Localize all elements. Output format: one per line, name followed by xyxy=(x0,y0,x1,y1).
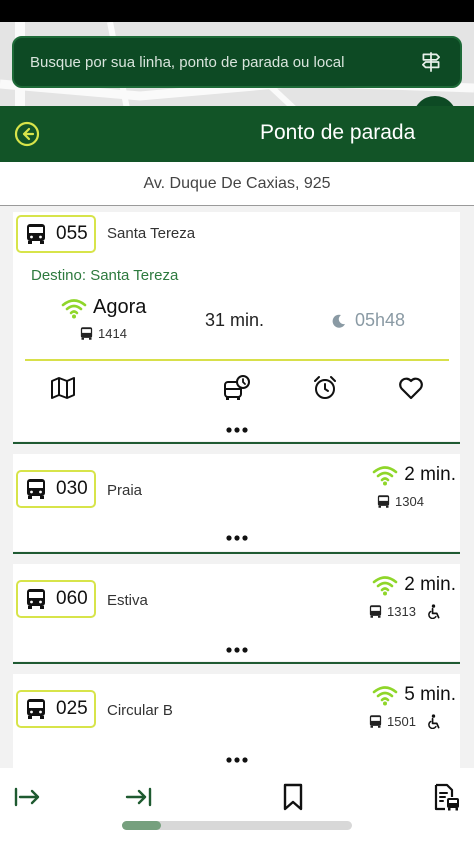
route-number: 025 xyxy=(56,698,88,719)
arrival-status: Agora xyxy=(61,296,146,319)
route-name: Circular B xyxy=(107,702,173,719)
heart-icon[interactable] xyxy=(397,374,425,402)
arrival-time: 5 min. xyxy=(372,684,456,706)
next-arrival-time: 31 min. xyxy=(205,310,265,330)
realtime-signal-icon xyxy=(61,298,87,318)
route-number: 060 xyxy=(56,588,88,609)
arrival-time-value: 5 min. xyxy=(404,684,456,705)
route-name: Praia xyxy=(107,482,143,499)
vehicle-number: 1501 xyxy=(387,714,416,729)
bus-icon xyxy=(27,589,45,609)
arrow-to-end-icon[interactable] xyxy=(124,782,154,812)
vehicle-number: 1304 xyxy=(395,494,424,509)
page-title: Ponto de parada xyxy=(260,121,416,144)
route-badge[interactable]: 055 xyxy=(16,215,96,253)
vehicle-id: 1304 xyxy=(376,494,424,509)
alarm-icon[interactable] xyxy=(311,374,339,402)
arrival-time: 2 min. xyxy=(372,574,456,596)
status-bar xyxy=(0,0,474,22)
destination-label: Destino: Santa Tereza xyxy=(31,267,179,284)
arrival-status-label: Agora xyxy=(93,296,147,318)
vehicle-id: 1501 xyxy=(368,714,441,729)
document-bus-icon[interactable] xyxy=(431,782,461,812)
bus-small-icon xyxy=(369,715,382,728)
scheduled-time-value: 05h48 xyxy=(355,310,406,330)
more-options-icon[interactable] xyxy=(225,426,249,434)
arrivals-list[interactable]: Av. Duque De Caxias, 925 055 Santa Terez… xyxy=(0,162,474,768)
arrival-time: 2 min. xyxy=(372,464,456,486)
map-icon[interactable] xyxy=(49,374,77,402)
arrival-time-value: 2 min. xyxy=(404,574,456,595)
signpost-icon[interactable] xyxy=(418,49,444,75)
arrival-card[interactable]: 060 Estiva 2 min. 1313 xyxy=(13,564,460,661)
card-divider xyxy=(13,552,460,554)
header: Ponto de parada xyxy=(0,106,474,162)
search-input[interactable] xyxy=(30,53,410,71)
bus-small-icon xyxy=(377,495,390,508)
more-options-icon[interactable] xyxy=(225,646,249,654)
realtime-signal-icon xyxy=(372,576,398,596)
route-badge[interactable]: 060 xyxy=(16,580,96,618)
search-bar[interactable] xyxy=(12,36,462,88)
realtime-signal-icon xyxy=(372,466,398,486)
back-arrow-icon[interactable] xyxy=(14,121,40,147)
bottom-navigation xyxy=(0,768,474,842)
scheduled-time: 05h48 xyxy=(331,310,405,331)
bus-icon xyxy=(27,699,45,719)
arrow-right-bar-icon[interactable] xyxy=(13,782,43,812)
realtime-signal-icon xyxy=(372,686,398,706)
bus-small-icon xyxy=(369,605,382,618)
scroll-indicator[interactable] xyxy=(122,821,352,830)
route-number: 030 xyxy=(56,478,88,499)
bus-icon xyxy=(27,224,45,244)
route-name: Estiva xyxy=(107,592,148,609)
vehicle-id: 1414 xyxy=(79,326,127,341)
arrival-card[interactable]: 025 Circular B 5 min. 1501 xyxy=(13,674,460,768)
more-options-icon[interactable] xyxy=(225,756,249,764)
stop-address: Av. Duque De Caxias, 925 xyxy=(0,162,474,206)
bus-schedule-icon[interactable] xyxy=(223,374,251,402)
more-options-icon[interactable] xyxy=(225,534,249,542)
route-name: Santa Tereza xyxy=(107,225,196,242)
route-number: 055 xyxy=(56,223,88,244)
arrival-time-value: 2 min. xyxy=(404,464,456,485)
scroll-indicator-thumb[interactable] xyxy=(122,821,162,830)
vehicle-number: 1414 xyxy=(98,326,127,341)
bus-icon xyxy=(27,479,45,499)
wheelchair-icon xyxy=(428,604,440,619)
card-divider xyxy=(13,662,460,664)
vehicle-number: 1313 xyxy=(387,604,416,619)
divider xyxy=(25,359,449,361)
vehicle-id: 1313 xyxy=(368,604,441,619)
wheelchair-icon xyxy=(428,714,440,729)
card-divider xyxy=(13,442,460,444)
route-badge[interactable]: 030 xyxy=(16,470,96,508)
bus-small-icon xyxy=(80,327,93,340)
route-badge[interactable]: 025 xyxy=(16,690,96,728)
arrival-card-expanded[interactable]: 055 Santa Tereza Destino: Santa Tereza A… xyxy=(13,212,460,441)
moon-icon xyxy=(332,314,345,328)
bookmark-icon[interactable] xyxy=(278,782,308,812)
arrival-card[interactable]: 030 Praia 2 min. 1304 xyxy=(13,454,460,551)
